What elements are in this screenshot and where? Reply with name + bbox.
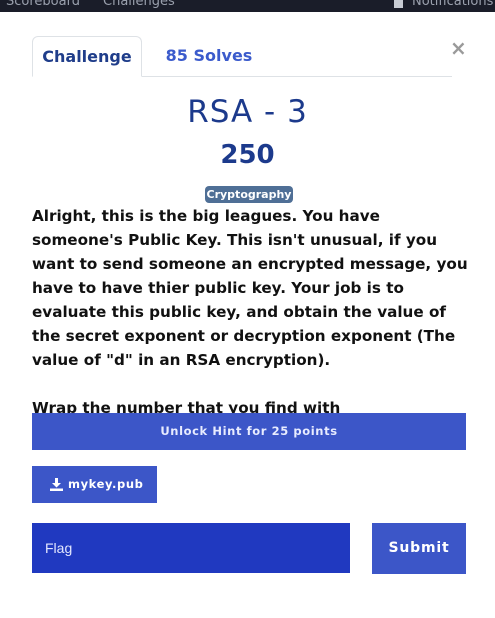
- file-download-button[interactable]: mykey.pub: [32, 466, 157, 503]
- file-name: mykey.pub: [68, 477, 144, 491]
- challenge-modal: Challenge 85 Solves × RSA - 3 250 Crypto…: [0, 12, 495, 618]
- tab-challenge[interactable]: Challenge: [32, 36, 142, 77]
- challenge-points: 250: [220, 140, 275, 170]
- submit-button[interactable]: Submit: [372, 523, 466, 574]
- close-icon[interactable]: ×: [450, 38, 467, 58]
- challenge-title: RSA - 3: [187, 94, 308, 130]
- flag-input[interactable]: [32, 523, 350, 573]
- modal-tabs: Challenge 85 Solves: [32, 36, 452, 77]
- download-icon: [50, 478, 63, 491]
- background-navbar: Scoreboard Challenges Notifications: [0, 0, 495, 12]
- nav-link-scoreboard[interactable]: Scoreboard: [6, 0, 80, 9]
- category-badge: Cryptography: [205, 186, 293, 203]
- tab-solves[interactable]: 85 Solves: [149, 36, 269, 76]
- description-paragraph: Alright, this is the big leagues. You ha…: [32, 207, 468, 369]
- challenge-description: Alright, this is the big leagues. You ha…: [32, 204, 472, 444]
- nav-link-challenges[interactable]: Challenges: [103, 0, 175, 9]
- bell-icon: [394, 0, 403, 8]
- nav-link-notifications[interactable]: Notifications: [412, 0, 493, 9]
- unlock-hint-button[interactable]: Unlock Hint for 25 points: [32, 413, 466, 450]
